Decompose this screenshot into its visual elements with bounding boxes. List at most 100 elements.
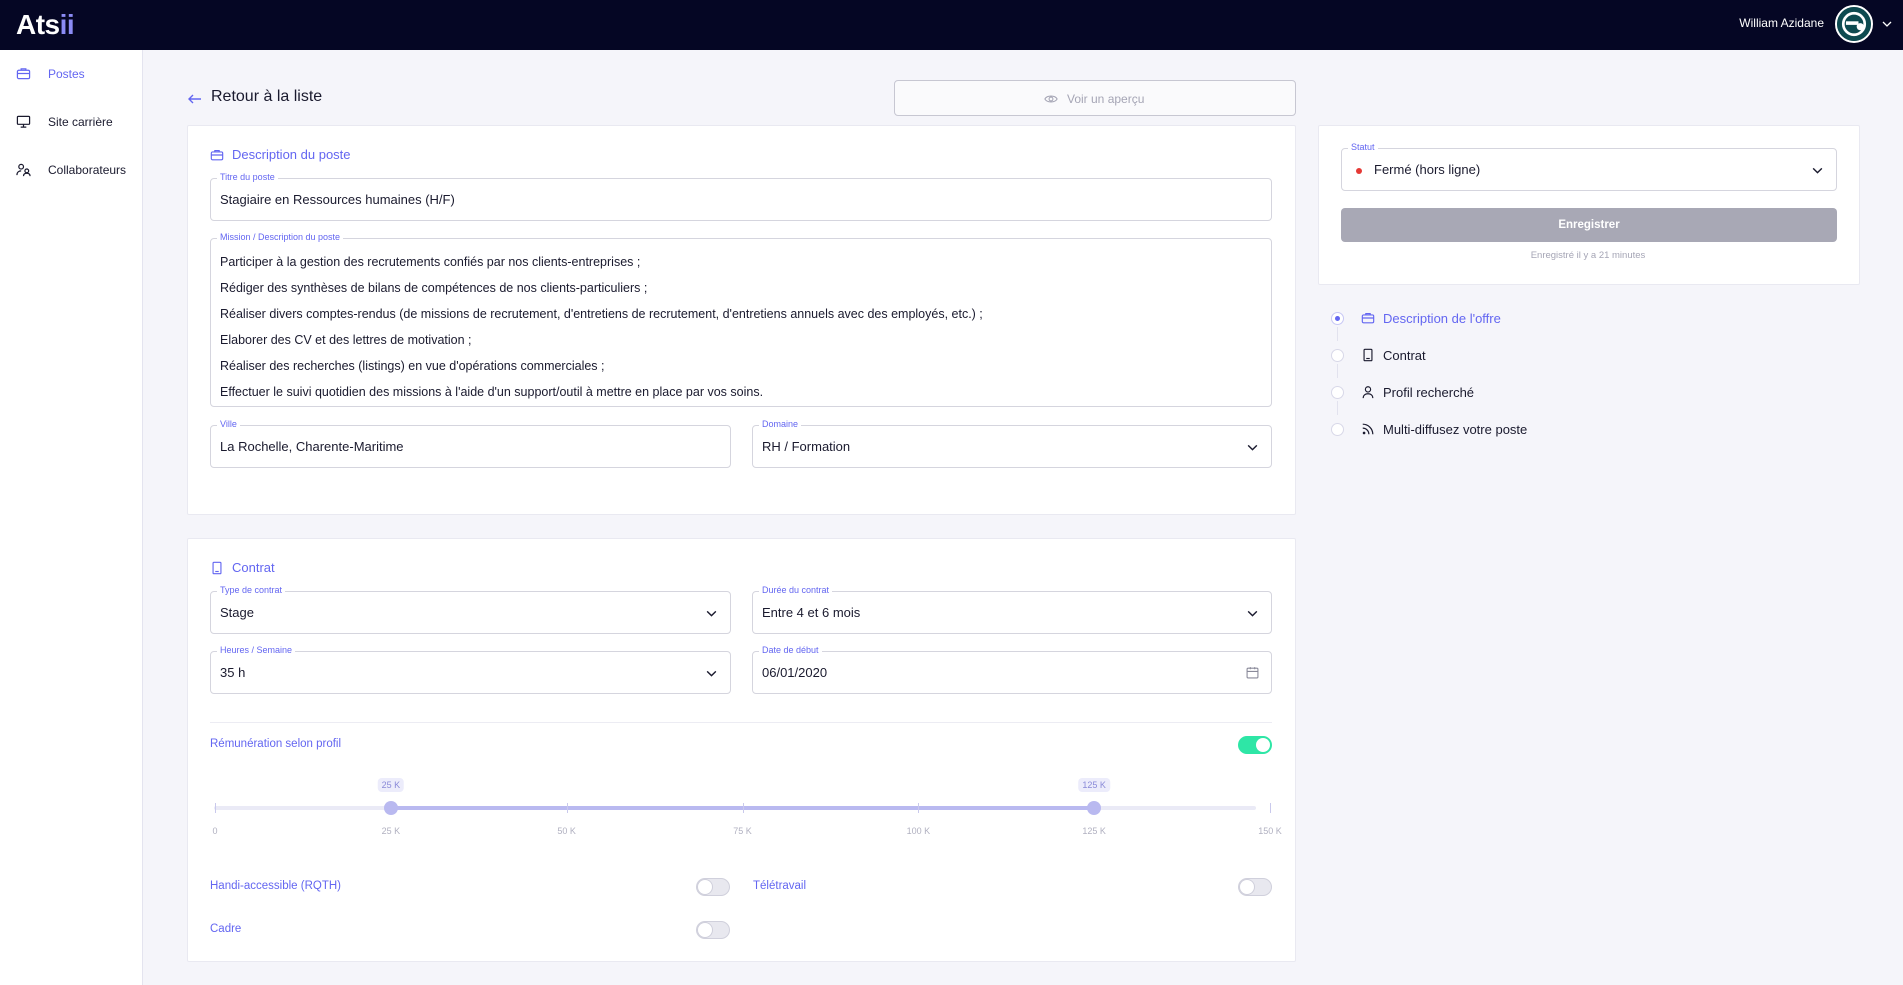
step-connector (1337, 327, 1338, 341)
status-select[interactable]: Statut Fermé (hors ligne) (1341, 142, 1837, 191)
preview-label: Voir un aperçu (1067, 92, 1145, 106)
field-label: Domaine (759, 419, 802, 429)
briefcase-icon (16, 68, 31, 80)
contract-duration-select[interactable]: Durée du contrat Entre 4 et 6 mois (752, 585, 1272, 634)
field-label: Ville (217, 419, 240, 429)
sidebar-item-label: Postes (48, 67, 85, 81)
mission-line: Réaliser des recherches (listings) en vu… (220, 359, 605, 373)
sidebar: Postes Site carrière Collaborateurs (0, 50, 143, 985)
salary-tick-label: 25 K (381, 826, 401, 836)
salary-low-label: 25 K (377, 778, 405, 792)
step-connector (1337, 364, 1338, 378)
calendar-icon[interactable] (1246, 666, 1259, 679)
mission-textarea[interactable]: Mission / Description du poste Participe… (210, 232, 1272, 407)
field-value: La Rochelle, Charente-Maritime (220, 439, 404, 454)
section-title-description: Description du poste (232, 147, 351, 162)
eye-icon (1044, 95, 1058, 103)
save-button[interactable]: Enregistrer (1341, 208, 1837, 242)
users-icon (16, 163, 31, 177)
handi-toggle[interactable] (696, 878, 730, 896)
mission-line: Participer à la gestion des recrutements… (220, 255, 641, 269)
sidebar-item-collaborateurs[interactable]: Collaborateurs (0, 150, 143, 190)
hours-per-week-select[interactable]: Heures / Semaine 35 h (210, 645, 731, 694)
domain-select[interactable]: Domaine RH / Formation (752, 419, 1272, 468)
field-value: Entre 4 et 6 mois (762, 605, 861, 620)
mission-line: Réaliser divers comptes-rendus (de missi… (220, 307, 983, 321)
field-label: Type de contrat (217, 585, 286, 595)
chevron-down-icon (706, 670, 717, 677)
cadre-toggle[interactable] (696, 921, 730, 939)
chevron-down-icon (1812, 167, 1823, 174)
salary-tick (918, 803, 920, 813)
mission-line: Elaborer des CV et des lettres de motiva… (220, 333, 472, 347)
step-profile[interactable]: Profil recherché (1331, 382, 1631, 402)
briefcase-icon (1361, 313, 1375, 324)
step-dot (1331, 423, 1344, 436)
field-label: Statut (1348, 142, 1378, 152)
salary-slider-thumb-high[interactable] (1087, 801, 1102, 815)
city-field[interactable]: Ville La Rochelle, Charente-Maritime (210, 419, 731, 468)
salary-tick-label: 50 K (557, 826, 576, 836)
chevron-down-icon (1247, 610, 1258, 617)
divider (210, 722, 1272, 723)
salary-tick-label: 100 K (906, 826, 931, 836)
handi-label: Handi-accessible (RQTH) (210, 880, 342, 892)
toggle-knob (1240, 880, 1254, 894)
field-label: Heures / Semaine (217, 645, 296, 655)
salary-tick-label: 0 (212, 826, 218, 836)
sidebar-item-label: Site carrière (48, 115, 113, 129)
sidebar-item-postes[interactable]: Postes (0, 54, 143, 94)
mission-line: Effectuer le suivi quotidien des mission… (220, 385, 764, 399)
mission-text: Participer à la gestion des recrutements… (220, 249, 1261, 405)
salary-tick-label: 150 K (1258, 826, 1282, 836)
field-value: 35 h (220, 665, 246, 680)
salary-toggle[interactable] (1238, 736, 1272, 754)
start-date-field[interactable]: Date de début 06/01/2020 (752, 645, 1272, 694)
step-label: Description de l'offre (1383, 311, 1501, 326)
salary-slider-thumb-low[interactable] (383, 801, 398, 815)
step-contract[interactable]: Contrat (1331, 345, 1631, 365)
field-value: Fermé (hors ligne) (1374, 162, 1481, 177)
step-dot (1331, 312, 1344, 325)
status-dot (1356, 168, 1362, 174)
broadcast-icon (1362, 423, 1374, 435)
field-label: Date de début (759, 645, 822, 655)
saved-note: Enregistré il y a 21 minutes (1530, 250, 1646, 261)
user-icon (1362, 386, 1374, 399)
cadre-label: Cadre (210, 923, 242, 935)
step-dot (1331, 349, 1344, 362)
contract-type-select[interactable]: Type de contrat Stage (210, 585, 731, 634)
salary-tick (1270, 803, 1271, 813)
user-name[interactable]: William Azidane (1739, 16, 1824, 30)
field-value: Stage (220, 605, 254, 620)
preview-button[interactable]: Voir un aperçu (894, 80, 1296, 116)
field-label: Titre du poste (217, 172, 278, 182)
chevron-down-icon (706, 610, 717, 617)
step-multidiffusion[interactable]: Multi-diffusez votre poste (1331, 419, 1631, 439)
toggle-knob (698, 923, 712, 937)
sidebar-item-label: Collaborateurs (48, 163, 127, 177)
remote-toggle[interactable] (1238, 878, 1272, 896)
chevron-down-icon[interactable] (1881, 18, 1893, 30)
field-value: 06/01/2020 (762, 665, 828, 680)
step-label: Contrat (1383, 348, 1426, 363)
salary-tick-label: 75 K (733, 826, 752, 836)
section-title-contract: Contrat (232, 560, 275, 575)
chevron-down-icon (1247, 444, 1258, 451)
salary-tick (215, 803, 216, 813)
app-logo[interactable]: Atsii (16, 9, 75, 41)
salary-tick (566, 803, 568, 813)
back-label: Retour à la liste (211, 88, 323, 105)
field-value: Stagiaire en Ressources humaines (H/F) (220, 192, 455, 207)
document-icon (212, 561, 222, 575)
remote-label: Télétravail (753, 880, 807, 892)
mission-line: Rédiger des synthèses de bilans de compé… (220, 281, 648, 295)
salary-label: Rémunération selon profil (210, 738, 342, 750)
toggle-knob (698, 880, 712, 894)
avatar[interactable] (1835, 5, 1873, 43)
briefcase-icon (210, 150, 224, 161)
step-description[interactable]: Description de l'offre (1331, 308, 1631, 328)
step-dot (1331, 386, 1344, 399)
job-title-field[interactable]: Titre du poste Stagiaire en Ressources h… (210, 172, 1272, 221)
sidebar-item-site-carriere[interactable]: Site carrière (0, 102, 143, 142)
